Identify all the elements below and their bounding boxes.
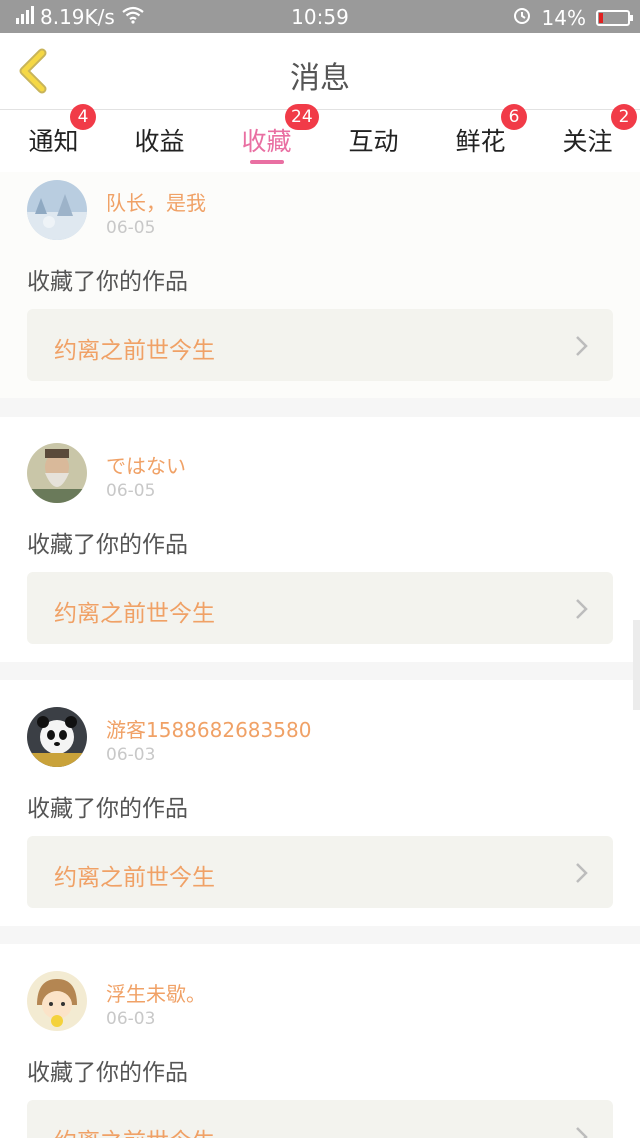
message-card: 队长，是我 06-05 收藏了你的作品 约离之前世今生 [0,172,640,398]
panda-avatar[interactable] [27,707,87,767]
tab-interactions[interactable]: 互动 [320,110,427,172]
username[interactable]: 游客1588682683580 [106,714,311,743]
work-link[interactable]: 约离之前世今生 [27,1100,613,1138]
snow-scene-avatar[interactable] [27,180,87,240]
message-date: 06-03 [106,745,156,765]
message-list: 队长，是我 06-05 收藏了你的作品 约离之前世今生 ではない 06-05 收… [0,172,640,1138]
tab-favorites[interactable]: 收藏 24 [213,104,320,172]
username[interactable]: 浮生未歇。 [106,978,206,1007]
chevron-right-icon [576,336,588,356]
action-text: 收藏了你的作品 [27,269,188,295]
scrollbar[interactable] [633,620,640,710]
work-title: 约离之前世今生 [54,338,215,364]
work-link[interactable]: 约离之前世今生 [27,309,613,381]
message-card: 游客1588682683580 06-03 收藏了你的作品 约离之前世今生 [0,680,640,926]
page-title: 消息 [290,61,350,96]
battery-percent: 14% [541,5,586,30]
work-link[interactable]: 约离之前世今生 [27,836,613,908]
work-title: 约离之前世今生 [54,601,215,627]
elder-portrait-avatar[interactable] [27,443,87,503]
chevron-right-icon [576,1127,588,1138]
work-title: 约离之前世今生 [54,865,215,891]
message-date: 06-05 [106,218,156,238]
action-text: 收藏了你的作品 [27,1060,188,1086]
action-text: 收藏了你的作品 [27,532,188,558]
cartoon-girl-avatar[interactable] [27,971,87,1031]
tab-follows[interactable]: 关注 2 [534,104,640,172]
tab-badge: 6 [501,104,527,130]
message-card: 浮生未歇。 06-03 收藏了你的作品 约离之前世今生 [0,944,640,1138]
tab-bar: 通知 4 收益 收藏 24 互动 鲜花 6 关注 2 [0,104,640,172]
tab-label: 互动 [348,127,399,156]
tab-badge: 24 [285,104,319,130]
tab-label: 通知 [28,127,79,156]
tab-earnings[interactable]: 收益 [106,110,213,172]
chevron-right-icon [576,599,588,619]
work-title: 约离之前世今生 [54,1122,215,1138]
tab-badge: 2 [611,104,637,130]
action-text: 收藏了你的作品 [27,796,188,822]
tab-badge: 4 [70,104,96,130]
status-bar: 8.19K/s 10:59 14% [0,0,640,33]
active-tab-indicator [249,160,284,164]
battery-icon [596,9,633,26]
tab-flowers[interactable]: 鲜花 6 [427,104,534,172]
work-link[interactable]: 约离之前世今生 [27,572,613,644]
username[interactable]: ではない [106,450,186,479]
message-date: 06-05 [106,481,156,501]
tab-notifications[interactable]: 通知 4 [0,104,107,172]
username[interactable]: 队长，是我 [106,187,206,216]
chevron-right-icon [576,863,588,883]
alarm-icon [512,5,532,30]
tab-label: 收益 [134,127,185,156]
message-card: ではない 06-05 收藏了你的作品 约离之前世今生 [0,417,640,662]
title-bar: 消息 [0,33,640,110]
message-date: 06-03 [106,1009,156,1029]
